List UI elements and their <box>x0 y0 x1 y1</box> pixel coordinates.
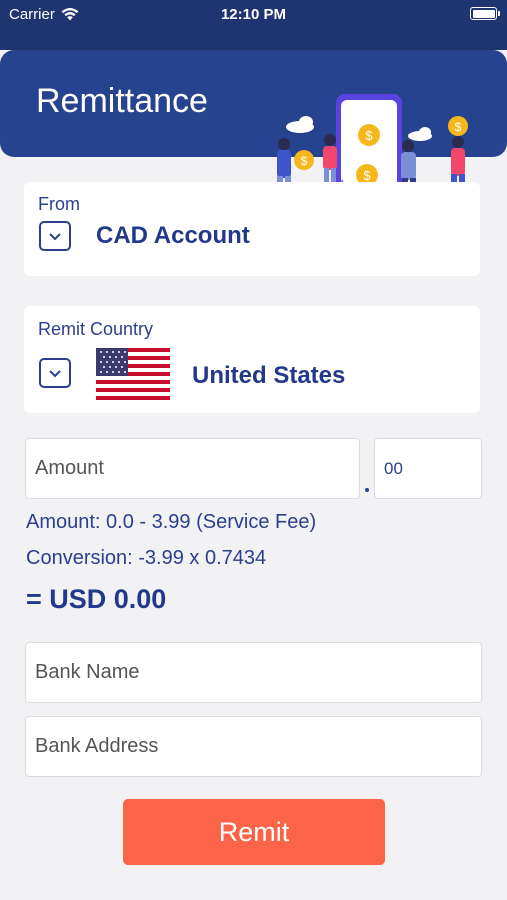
us-flag-icon <box>96 348 170 400</box>
amount-cents-value: 00 <box>384 458 403 478</box>
remit-country-value: United States <box>192 362 346 389</box>
bank-address-input[interactable]: Bank Address <box>25 716 482 777</box>
bank-name-placeholder: Bank Name <box>35 661 140 683</box>
country-dropdown-button[interactable] <box>39 358 71 388</box>
page-title: Remittance <box>36 82 208 120</box>
amount-cents-input[interactable]: 00 <box>374 438 482 499</box>
svg-text:$: $ <box>455 120 462 134</box>
status-time: 12:10 PM <box>220 6 287 23</box>
svg-text:$: $ <box>301 154 308 168</box>
remit-button[interactable]: Remit <box>123 799 385 865</box>
from-label: From <box>38 194 80 214</box>
remit-button-label: Remit <box>218 816 290 847</box>
amount-input[interactable]: Amount <box>25 438 360 499</box>
conversion-text: Conversion: -3.99 x 0.7434 <box>26 547 267 569</box>
bank-name-input[interactable]: Bank Name <box>25 642 482 703</box>
converted-total-text: = USD 0.00 <box>26 584 167 614</box>
amount-fee-text: Amount: 0.0 - 3.99 (Service Fee) <box>26 511 317 533</box>
svg-text:$: $ <box>363 168 371 183</box>
battery-icon <box>470 7 500 20</box>
chevron-down-icon <box>49 369 61 377</box>
from-dropdown-button[interactable] <box>39 221 71 251</box>
from-account-card[interactable]: From CAD Account <box>24 182 480 276</box>
amount-placeholder: Amount <box>35 457 104 479</box>
remit-country-label: Remit Country <box>38 319 154 339</box>
decimal-separator <box>365 488 369 492</box>
bank-address-placeholder: Bank Address <box>35 735 159 757</box>
status-bar: Carrier 12:10 PM <box>0 0 507 50</box>
from-account-value: CAD Account <box>96 222 250 249</box>
remit-country-card[interactable]: Remit Country United States <box>24 306 480 413</box>
chevron-down-icon <box>49 232 61 240</box>
svg-text:$: $ <box>365 128 373 143</box>
